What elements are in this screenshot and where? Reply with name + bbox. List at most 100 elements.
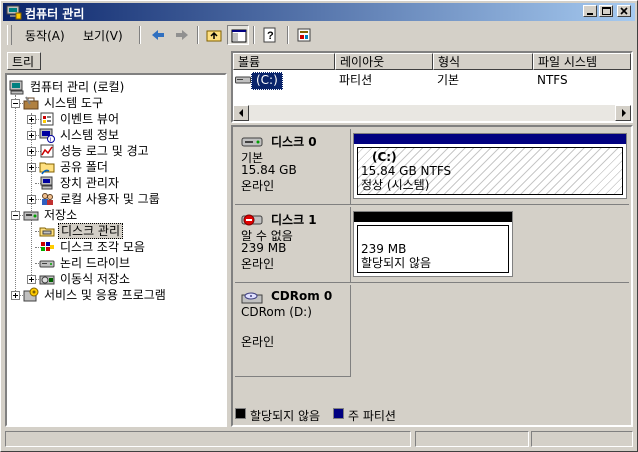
unallocated-region[interactable]: 239 MB 할당되지 않음 bbox=[353, 211, 513, 277]
system-info-icon: i bbox=[39, 128, 55, 143]
maximize-button[interactable] bbox=[599, 5, 613, 17]
tree-line bbox=[15, 95, 16, 295]
device-manager-icon bbox=[40, 176, 53, 190]
type-cell: 기본 bbox=[437, 73, 460, 87]
maximize-icon bbox=[602, 7, 611, 15]
services-icon bbox=[23, 287, 39, 302]
cdrom-0-label-panel[interactable]: CDRom 0 CDRom (D:) 온라인 bbox=[235, 285, 351, 377]
tree-line bbox=[31, 223, 32, 277]
computer-icon bbox=[9, 80, 24, 95]
tree-node-label: 로컬 사용자 및 그룹 bbox=[60, 192, 160, 206]
tree-node-label: 공유 폴더 bbox=[60, 160, 108, 174]
properties-button[interactable] bbox=[293, 25, 315, 45]
close-icon bbox=[620, 7, 628, 15]
expand-toggle[interactable] bbox=[27, 131, 36, 140]
removable-storage-icon bbox=[39, 275, 55, 285]
disk-1-map: 239 MB 할당되지 않음 bbox=[351, 207, 629, 283]
console-tree[interactable]: 컴퓨터 관리 (로컬) 시스템 도구 이벤트 뷰어 i 시스템 정보 성능 로그… bbox=[5, 73, 227, 427]
layout-cell: 파티션 bbox=[339, 73, 373, 87]
disk-status: 온라인 bbox=[241, 335, 275, 349]
tree-node-label: 이동식 저장소 bbox=[60, 272, 131, 286]
event-viewer-icon bbox=[40, 112, 54, 126]
menu-view[interactable]: 보기(V) bbox=[83, 27, 123, 44]
scroll-right-button[interactable] bbox=[615, 105, 631, 121]
back-arrow-icon bbox=[152, 30, 164, 40]
tree-node-label: 디스크 조각 모음 bbox=[60, 240, 145, 254]
status-bar-pane bbox=[5, 431, 411, 447]
tree-node-label: 장치 관리자 bbox=[60, 176, 120, 190]
expand-toggle[interactable] bbox=[27, 195, 36, 204]
tree-node-label-selected: 디스크 관리 bbox=[58, 223, 124, 239]
column-header-type[interactable]: 형식 bbox=[433, 53, 533, 70]
tree-node-label: 시스템 도구 bbox=[44, 96, 104, 110]
minimize-button[interactable] bbox=[583, 5, 597, 17]
unallocated-size: 239 MB bbox=[361, 242, 407, 256]
cdrom-0-map bbox=[351, 285, 629, 377]
legend-label-primary: 주 파티션 bbox=[348, 409, 396, 423]
volume-drive-icon bbox=[235, 76, 251, 84]
unallocated-status: 할당되지 않음 bbox=[361, 256, 432, 270]
expand-toggle[interactable] bbox=[27, 163, 36, 172]
menu-action[interactable]: 동작(A) bbox=[25, 27, 65, 44]
collapse-toggle[interactable] bbox=[11, 99, 20, 108]
expand-toggle[interactable] bbox=[11, 291, 20, 300]
tree-node-label: 저장소 bbox=[44, 208, 78, 222]
help-button[interactable]: ? bbox=[259, 25, 281, 45]
volume-name-cell: (C:) bbox=[251, 72, 283, 90]
expand-toggle[interactable] bbox=[27, 147, 36, 156]
computer-management-icon bbox=[6, 5, 22, 20]
collapse-toggle[interactable] bbox=[11, 211, 20, 220]
toolbox-icon bbox=[23, 96, 39, 110]
properties-icon bbox=[297, 28, 311, 42]
disk-size: 15.84 GB bbox=[241, 163, 297, 177]
expand-toggle[interactable] bbox=[27, 115, 36, 124]
disk-status: 온라인 bbox=[241, 179, 275, 193]
partition-size: 15.84 GB NTFS bbox=[361, 164, 452, 178]
tree-node-label: 서비스 및 응용 프로그램 bbox=[44, 288, 166, 302]
tree-node-label: 성능 로그 및 경고 bbox=[60, 144, 149, 158]
toolbar-separator bbox=[197, 26, 199, 44]
toolbar-separator bbox=[287, 26, 289, 44]
disk-0-map: (C:) 15.84 GB NTFS 정상 (시스템) bbox=[351, 129, 629, 205]
help-icon: ? bbox=[263, 27, 276, 43]
forward-button[interactable] bbox=[171, 25, 193, 45]
up-one-level-button[interactable] bbox=[203, 25, 225, 45]
toolbar-separator bbox=[253, 26, 255, 44]
minimize-icon bbox=[587, 13, 593, 15]
tab-tree[interactable]: 트리 bbox=[7, 52, 42, 70]
toolbar-grip[interactable] bbox=[7, 25, 12, 45]
column-header-layout[interactable]: 레이아웃 bbox=[335, 53, 433, 70]
expand-toggle[interactable] bbox=[27, 275, 36, 284]
disk-name: 디스크 1 bbox=[271, 213, 317, 227]
status-bar-pane bbox=[531, 431, 633, 447]
disk-size: 239 MB bbox=[241, 241, 287, 255]
title-bar[interactable]: 컴퓨터 관리 bbox=[3, 3, 635, 21]
volume-list[interactable]: 볼륨 레이아웃 형식 파일 시스템 (C:) 파티션 기본 NTFS bbox=[231, 51, 633, 123]
scroll-left-button[interactable] bbox=[233, 105, 249, 121]
partition-c[interactable]: (C:) 15.84 GB NTFS 정상 (시스템) bbox=[353, 133, 627, 199]
tree-pane-icon bbox=[231, 29, 247, 43]
unallocated-bar bbox=[354, 212, 512, 222]
disk-1-label-panel[interactable]: 디스크 1 알 수 없음 239 MB 온라인 bbox=[235, 207, 351, 283]
back-button[interactable] bbox=[147, 25, 169, 45]
close-button[interactable] bbox=[617, 5, 631, 17]
window-title: 컴퓨터 관리 bbox=[25, 7, 85, 21]
unallocated-body: 239 MB 할당되지 않음 bbox=[357, 225, 509, 273]
horizontal-scrollbar[interactable] bbox=[233, 105, 631, 121]
show-hide-tree-button[interactable] bbox=[227, 25, 249, 45]
primary-partition-bar bbox=[354, 134, 626, 144]
storage-icon bbox=[23, 211, 39, 221]
column-header-volume[interactable]: 볼륨 bbox=[233, 53, 335, 70]
partition-status: 정상 (시스템) bbox=[361, 178, 430, 192]
disk-graphical-view[interactable]: 디스크 0 기본 15.84 GB 온라인 (C:) 15.84 GB NTFS… bbox=[231, 125, 633, 427]
performance-icon bbox=[40, 144, 54, 158]
column-header-file-system[interactable]: 파일 시스템 bbox=[533, 53, 631, 70]
disk-type: CDRom (D:) bbox=[241, 305, 312, 319]
tree-pane-header: 트리 bbox=[5, 51, 229, 71]
arrow-left-icon bbox=[239, 109, 243, 117]
cdrom-icon bbox=[241, 292, 263, 304]
disk-name: 디스크 0 bbox=[271, 135, 317, 149]
disk-0-label-panel[interactable]: 디스크 0 기본 15.84 GB 온라인 bbox=[235, 129, 351, 205]
toolbar: 동작(A) 보기(V) ? bbox=[3, 23, 635, 47]
tree-node-label: 컴퓨터 관리 (로컬) bbox=[30, 80, 125, 94]
